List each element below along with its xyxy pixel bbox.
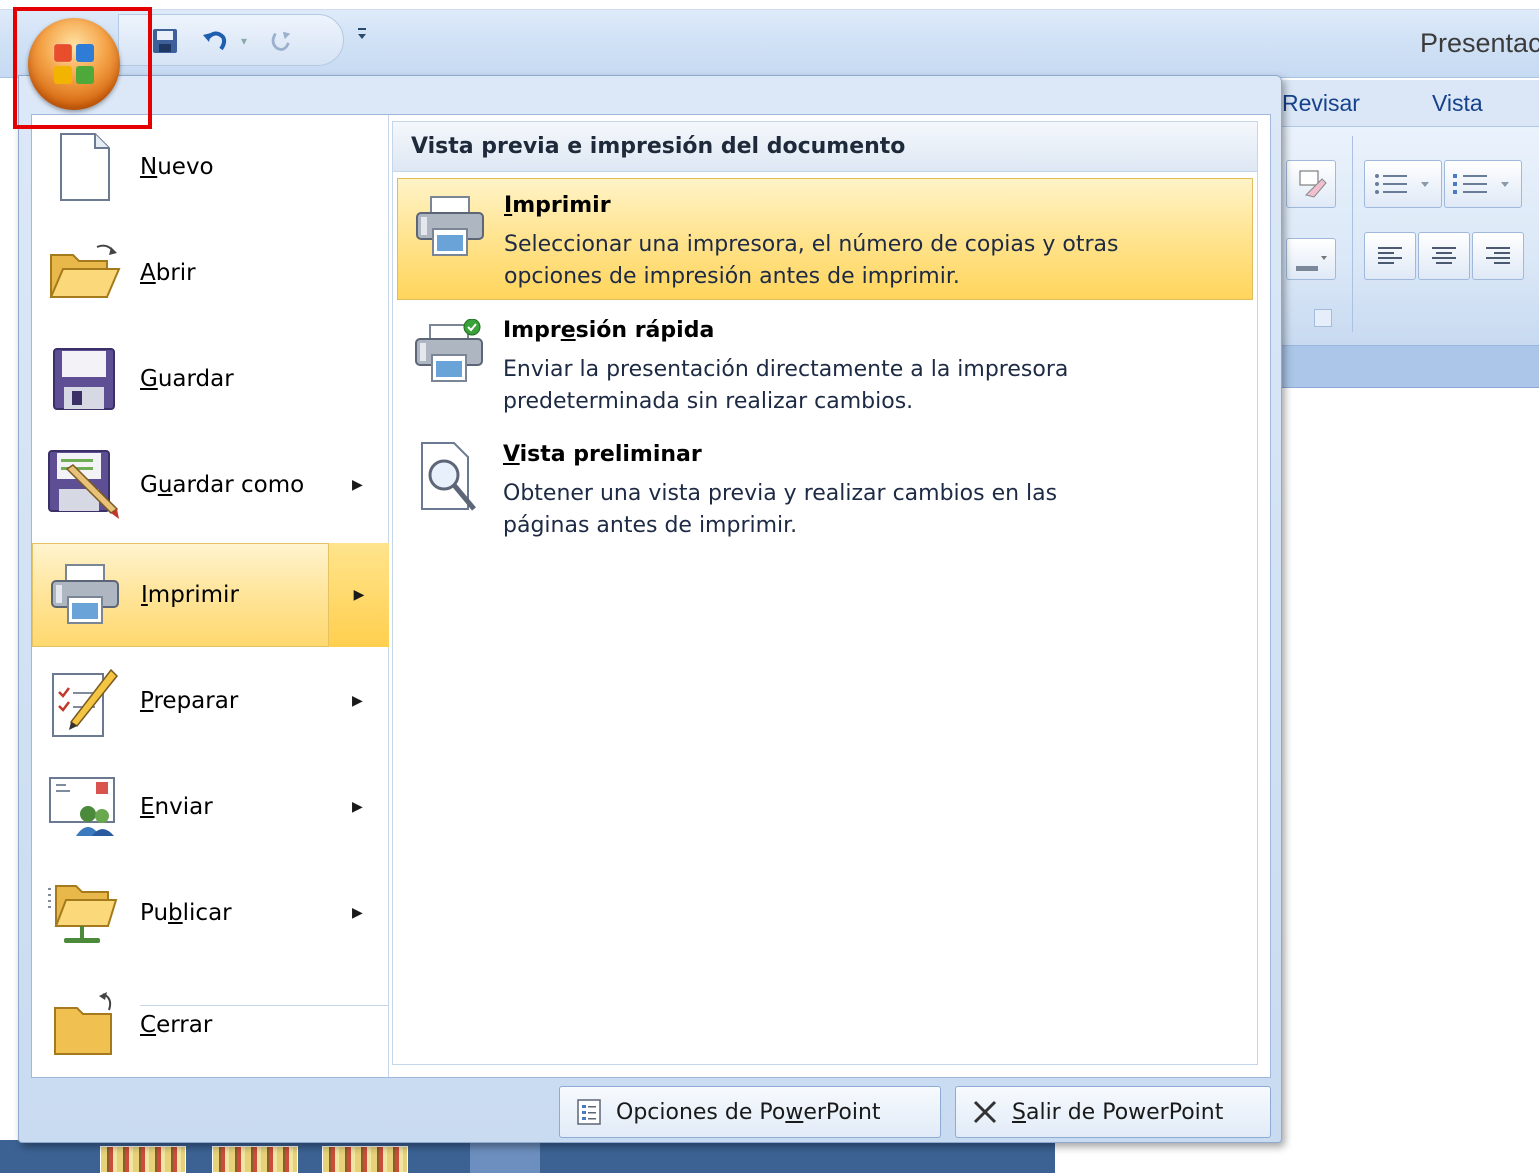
redo-icon [271,31,291,51]
numbered-list-icon [1453,174,1509,194]
submenu-item-title: Impresión rápida [503,318,715,343]
scroll-region [470,1140,540,1173]
office-button[interactable] [28,18,120,110]
submenu-item-description: Obtener una vista previa y realizar camb… [503,481,1058,538]
window-top-edge [0,0,1539,10]
clear-formatting-icon [1299,170,1327,198]
submenu-item-description: Seleccionar una impresora, el número de … [504,232,1119,289]
slide-thumbnail[interactable] [322,1146,408,1173]
qat-undo-button[interactable] [199,25,231,57]
ribbon-bottom-strip [1280,346,1539,388]
printer-icon [412,189,488,265]
publish-folder-icon [46,875,122,951]
font-dialog-launcher[interactable] [1314,309,1332,327]
menu-item-label: Publicar [140,900,232,926]
exit-powerpoint-button[interactable]: Salir de PowerPoint [955,1086,1271,1138]
submenu-arrow-icon: ▶ [352,905,363,921]
tab-revisar[interactable]: Revisar [1282,90,1360,117]
submenu-item-imprimir[interactable]: Imprimir Seleccionar una impresora, el n… [397,178,1253,300]
menu-item-label: Preparar [140,688,239,714]
send-envelope-icon [46,769,122,845]
customize-arrow-icon [358,28,366,39]
options-button-label: Opciones de PowerPoint [616,1099,881,1125]
slide-thumbnail[interactable] [212,1146,298,1173]
menu-item-guardar[interactable]: Guardar [32,327,388,431]
title-bar: ▾ Presentac [0,0,1539,78]
office-logo-icon [53,43,94,84]
menu-item-enviar[interactable]: Enviar ▶ [32,755,388,859]
floppy-disk-icon [46,341,122,417]
print-submenu: Vista previa e impresión del documento I… [392,121,1258,1065]
align-right-icon [1486,247,1510,264]
slide-thumbnail[interactable] [100,1146,186,1173]
new-document-icon [46,129,122,205]
menu-item-guardar-como[interactable]: Guardar como ▶ [32,433,388,537]
open-folder-icon [46,235,122,311]
submenu-arrow-icon: ▶ [352,799,363,815]
submenu-item-vista-preliminar[interactable]: Vista preliminar Obtener una vista previ… [397,428,1253,550]
clear-formatting-button[interactable] [1286,160,1336,208]
printer-icon [47,557,123,633]
menu-item-label: Cerrar [140,1012,213,1038]
submenu-arrow-icon: ▶ [353,587,365,603]
bullets-button[interactable] [1364,160,1442,208]
office-menu-body: Nuevo Abrir Guardar Guardar como ▶ Impri… [31,114,1271,1078]
align-center-icon [1432,247,1456,264]
save-as-icon [46,447,122,523]
menu-item-cerrar[interactable]: Cerrar [32,973,388,1077]
menu-item-abrir[interactable]: Abrir [32,221,388,325]
menu-item-label: Nuevo [140,154,214,180]
bullet-list-icon [1375,174,1429,194]
tab-vista[interactable]: Vista [1432,90,1483,117]
office-menu: Nuevo Abrir Guardar Guardar como ▶ Impri… [18,75,1282,1143]
submenu-item-title: Imprimir [504,193,611,218]
close-folder-icon [46,987,122,1063]
menu-item-preparar[interactable]: Preparar ▶ [32,649,388,753]
menu-item-imprimir[interactable]: Imprimir ▶ [32,543,389,647]
font-color-icon [1296,256,1327,271]
align-right-button[interactable] [1472,232,1524,280]
options-icon [572,1095,606,1129]
quick-access-toolbar: ▾ [118,14,344,66]
align-left-button[interactable] [1364,232,1416,280]
office-menu-commands: Nuevo Abrir Guardar Guardar como ▶ Impri… [32,115,389,1077]
submenu-arrow-icon: ▶ [352,477,363,493]
font-color-button[interactable] [1286,238,1336,280]
ribbon-group-separator [1352,136,1353,332]
menu-item-label: Enviar [140,794,213,820]
menu-item-label: Guardar [140,366,234,392]
print-preview-magnifier-icon [411,438,487,514]
submenu-split-button[interactable]: ▶ [328,543,389,647]
undo-dropdown-arrow[interactable]: ▾ [235,25,253,57]
qat-redo-button[interactable] [265,25,297,57]
menu-item-nuevo[interactable]: Nuevo [32,115,388,219]
menu-item-label: Imprimir [141,582,239,608]
submenu-item-description: Enviar la presentación directamente a la… [503,357,1069,414]
close-x-icon [968,1095,1002,1129]
undo-icon [203,31,227,51]
submenu-header: Vista previa e impresión del documento [393,122,1257,172]
submenu-item-title: Vista preliminar [503,442,702,467]
submenu-item-impresion-rapida[interactable]: Impresión rápida Enviar la presentación … [397,304,1253,426]
align-left-icon [1378,247,1402,264]
menu-item-label: Guardar como [140,472,305,498]
submenu-arrow-icon: ▶ [352,693,363,709]
menu-item-label: Abrir [140,260,196,286]
customize-qat-button[interactable] [352,24,372,50]
numbering-button[interactable] [1444,160,1522,208]
align-center-button[interactable] [1418,232,1470,280]
qat-save-button[interactable] [149,25,181,57]
menu-item-publicar[interactable]: Publicar ▶ [32,861,388,965]
powerpoint-options-button[interactable]: Opciones de PowerPoint [559,1086,941,1138]
window-title: Presentac [1420,28,1539,58]
quick-print-icon [411,314,487,390]
exit-button-label: Salir de PowerPoint [1012,1099,1224,1125]
prepare-pencil-icon [46,663,122,739]
floppy-disk-icon [153,29,177,53]
